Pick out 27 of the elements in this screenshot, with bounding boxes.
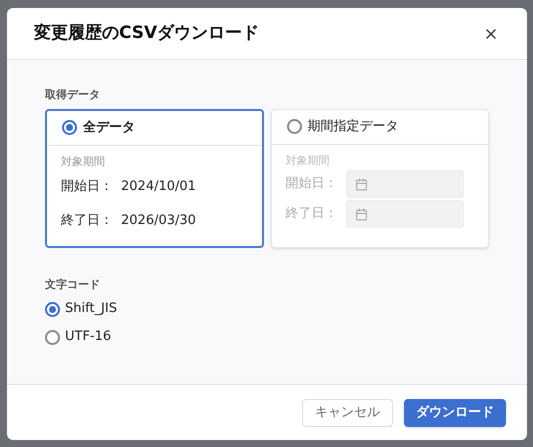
radio-label: UTF-16 (65, 328, 112, 346)
date-label: 終了日： (286, 205, 338, 224)
calendar-icon (354, 178, 368, 190)
radio-button[interactable] (45, 302, 60, 316)
period-label: 対象期間 (61, 154, 106, 170)
option-label: 全データ (83, 118, 135, 137)
option-card[interactable]: 全データ 対象期間 開始日： 2024/10/01 終了日： 2026/03/30 (45, 108, 264, 248)
dialog-title: 変更履歴のCSVダウンロード (34, 22, 260, 45)
section-label: 取得データ (45, 87, 101, 103)
radio-label: Shift_JIS (65, 300, 117, 318)
date-value: 2026/03/30 (121, 212, 196, 230)
radio-button[interactable] (286, 119, 302, 134)
cancel-button[interactable]: キャンセル (302, 398, 393, 426)
date-field[interactable] (346, 200, 464, 228)
period-label: 対象期間 (286, 152, 330, 168)
option-label: 期間指定データ (308, 118, 398, 136)
date-label: 開始日： (61, 178, 113, 196)
date-field[interactable] (346, 170, 464, 198)
radio-button[interactable] (45, 330, 60, 344)
calendar-icon (354, 208, 368, 220)
date-label: 開始日： (286, 175, 338, 194)
download-button[interactable]: ダウンロード (404, 398, 506, 426)
option-card[interactable]: 期間指定データ 対象期間 開始日： 終了日： (270, 108, 489, 248)
date-value: 2024/10/01 (121, 178, 196, 196)
section-label: 文字コード (45, 276, 101, 292)
date-label: 終了日： (61, 212, 113, 230)
radio-button[interactable] (62, 120, 77, 135)
